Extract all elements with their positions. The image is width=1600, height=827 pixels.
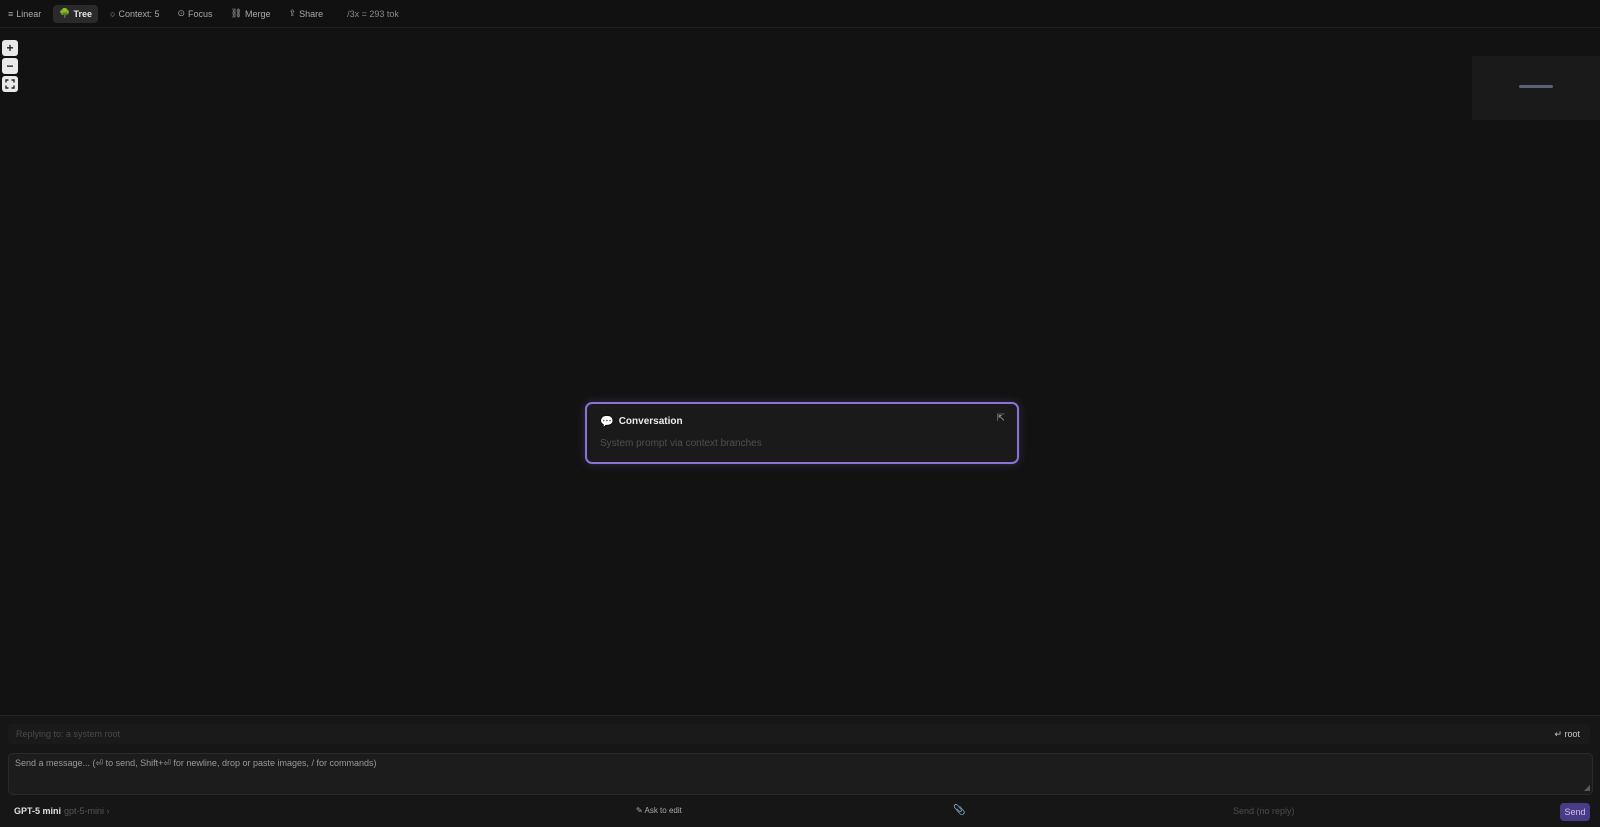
- composer-bottom-row: GPT-5 mini gpt-5-mini › ✎ Ask to edit 📎 …: [0, 803, 1600, 823]
- model-id[interactable]: gpt-5-mini ›: [64, 806, 110, 816]
- ask-to-edit-button[interactable]: ✎ Ask to edit: [636, 806, 682, 815]
- linear-view-button[interactable]: ≡ Linear: [2, 5, 47, 23]
- resize-handle-icon[interactable]: ◢: [1584, 783, 1590, 792]
- focus-icon: ⊙: [177, 8, 186, 18]
- composer: Replying to: a system root ↵ root ◢ GPT-…: [0, 715, 1600, 827]
- focus-button[interactable]: ⊙ Focus: [172, 5, 219, 23]
- fit-view-icon: [5, 79, 15, 89]
- zoom-out-button[interactable]: −: [2, 58, 18, 74]
- minimap-node: [1519, 85, 1553, 88]
- chat-bubble-icon: 💬: [600, 416, 614, 428]
- tree-label: Tree: [73, 8, 93, 19]
- zoom-controls: + −: [2, 40, 18, 92]
- share-label: Share: [299, 8, 324, 19]
- tree-view-button[interactable]: 🌳 Tree: [53, 4, 99, 23]
- conversation-node[interactable]: 💬 Conversation System prompt via context…: [585, 402, 1019, 464]
- node-title: 💬 Conversation: [600, 415, 683, 428]
- root-button[interactable]: ↵ root: [1554, 729, 1580, 740]
- paperclip-icon[interactable]: 📎: [953, 805, 965, 816]
- fit-view-button[interactable]: [2, 76, 18, 92]
- send-no-reply-button[interactable]: Send (no reply): [1233, 806, 1295, 816]
- replying-to-label: Replying to: a system root: [16, 729, 121, 739]
- context-button[interactable]: ○ Context: 5: [104, 5, 165, 23]
- tree-icon: 🌳: [59, 8, 71, 18]
- top-toolbar: ≡ Linear 🌳 Tree ○ Context: 5 ⊙ Focus ⛓ M…: [0, 0, 1600, 28]
- context-label: Context: 5: [118, 8, 160, 19]
- message-input[interactable]: [9, 754, 1592, 772]
- node-subtitle: System prompt via context branches: [600, 438, 762, 449]
- minimap[interactable]: [1472, 56, 1600, 120]
- merge-button[interactable]: ⛓ Merge: [225, 5, 277, 23]
- token-stats: /3x = 293 tok: [347, 8, 399, 19]
- share-button[interactable]: ⇪ Share: [283, 5, 330, 23]
- circle-icon: ○: [110, 8, 116, 19]
- expand-icon[interactable]: ⇱: [997, 413, 1005, 424]
- node-title-text: Conversation: [618, 416, 683, 427]
- list-icon: ≡: [8, 8, 14, 19]
- message-box: ◢: [8, 753, 1593, 795]
- share-icon: ⇪: [288, 8, 297, 18]
- send-button[interactable]: Send: [1560, 803, 1590, 821]
- focus-label: Focus: [188, 8, 213, 19]
- model-selector[interactable]: GPT-5 mini: [14, 806, 61, 816]
- reply-context-bar: Replying to: a system root ↵ root: [8, 724, 1590, 744]
- linear-label: Linear: [16, 8, 42, 19]
- merge-label: Merge: [245, 8, 271, 19]
- link-icon: ⛓: [230, 8, 242, 18]
- tree-canvas[interactable]: [0, 29, 1600, 715]
- zoom-in-button[interactable]: +: [2, 40, 18, 56]
